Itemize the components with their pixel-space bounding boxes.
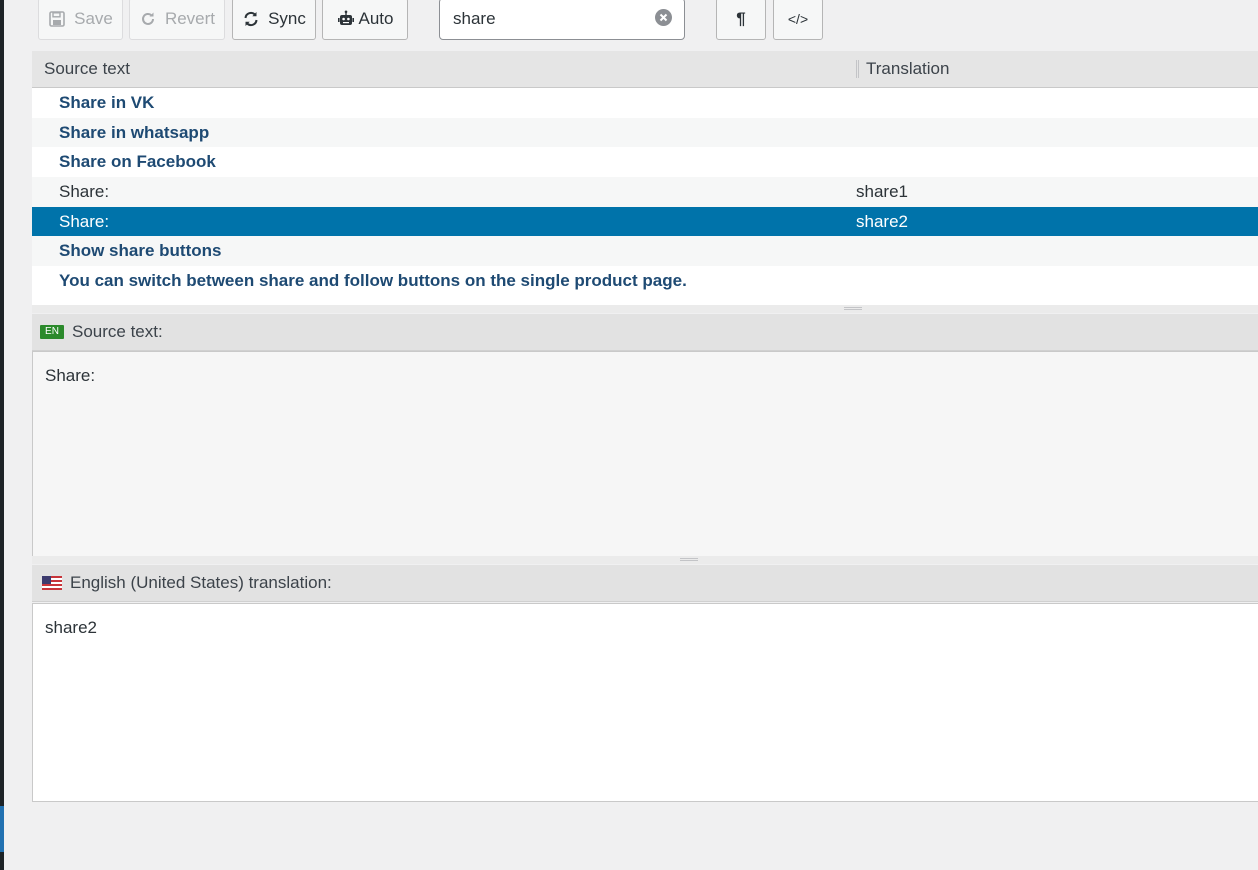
sync-icon <box>242 10 260 28</box>
row-source-text: Share: <box>59 211 110 231</box>
source-pane-title: Source text: <box>72 322 163 341</box>
auto-button-label: Auto <box>358 9 394 28</box>
table-row[interactable]: Share in VK <box>32 88 1258 118</box>
row-translation-text: share1 <box>856 182 908 202</box>
code-icon: </> <box>787 11 809 27</box>
translation-column-header[interactable]: Translation <box>866 59 949 79</box>
row-translation-text: share2 <box>856 211 908 231</box>
table-row[interactable]: Share on Facebook <box>32 147 1258 177</box>
row-source-text: Share in whatsapp <box>59 122 210 142</box>
revert-icon <box>139 10 157 28</box>
splitter-grip[interactable] <box>844 307 862 310</box>
robot-icon <box>337 10 355 28</box>
translation-editor[interactable]: share2 <box>32 603 1258 802</box>
sync-button-label: Sync <box>268 9 306 28</box>
clear-search-icon[interactable] <box>655 9 672 26</box>
search-box[interactable] <box>439 0 685 40</box>
admin-sidebar-edge <box>0 0 4 870</box>
table-row[interactable]: You can switch between share and follow … <box>32 266 1258 296</box>
revert-button-label: Revert <box>164 9 216 28</box>
list-rows: Share in VK Share in whatsapp Share on F… <box>32 88 1258 296</box>
source-pane-header: EN Source text: <box>32 314 1258 351</box>
search-input[interactable] <box>453 9 648 29</box>
source-column-header[interactable]: Source text <box>44 59 130 79</box>
sync-button[interactable]: Sync <box>232 0 316 40</box>
toggle-invisibles-button[interactable]: ¶ <box>716 0 766 40</box>
table-row[interactable]: Share in whatsapp <box>32 117 1258 148</box>
translation-pane-title: English (United States) translation: <box>70 573 332 592</box>
list-header: Source text Translation <box>32 51 1258 88</box>
source-text-content: Share: <box>45 366 96 385</box>
source-pane-splitter[interactable] <box>32 556 1258 564</box>
save-button[interactable]: Save <box>38 0 123 40</box>
splitter-grip[interactable] <box>680 558 698 561</box>
admin-sidebar-accent <box>0 806 4 852</box>
table-row-selected[interactable]: Share: share2 <box>32 206 1258 237</box>
table-row[interactable]: Share: share1 <box>32 177 1258 207</box>
column-resize-handle[interactable] <box>856 60 859 78</box>
row-source-text: Show share buttons <box>59 241 222 261</box>
translation-text-content: share2 <box>45 618 97 637</box>
row-source-text: Share: <box>59 182 110 202</box>
auto-translate-button[interactable]: Auto <box>322 0 408 40</box>
revert-button[interactable]: Revert <box>129 0 225 40</box>
list-pane-splitter[interactable] <box>32 305 1258 313</box>
pilcrow-icon: ¶ <box>736 9 746 28</box>
table-row[interactable]: Show share buttons <box>32 236 1258 267</box>
strings-list: Source text Translation Share in VK Shar… <box>32 51 1258 306</box>
source-language-badge: EN <box>40 325 64 339</box>
source-text-view[interactable]: Share: <box>32 351 1258 557</box>
row-source-text: You can switch between share and follow … <box>59 271 687 291</box>
us-flag-icon <box>42 576 62 590</box>
toggle-code-view-button[interactable]: </> <box>773 0 823 40</box>
row-source-text: Share on Facebook <box>59 152 216 172</box>
save-button-label: Save <box>74 9 113 28</box>
row-source-text: Share in VK <box>59 93 155 112</box>
editor-toolbar: Save Revert Sync Auto ¶ </> <box>32 0 1258 48</box>
translation-pane-header: English (United States) translation: <box>32 565 1258 602</box>
floppy-disk-icon <box>48 10 66 28</box>
